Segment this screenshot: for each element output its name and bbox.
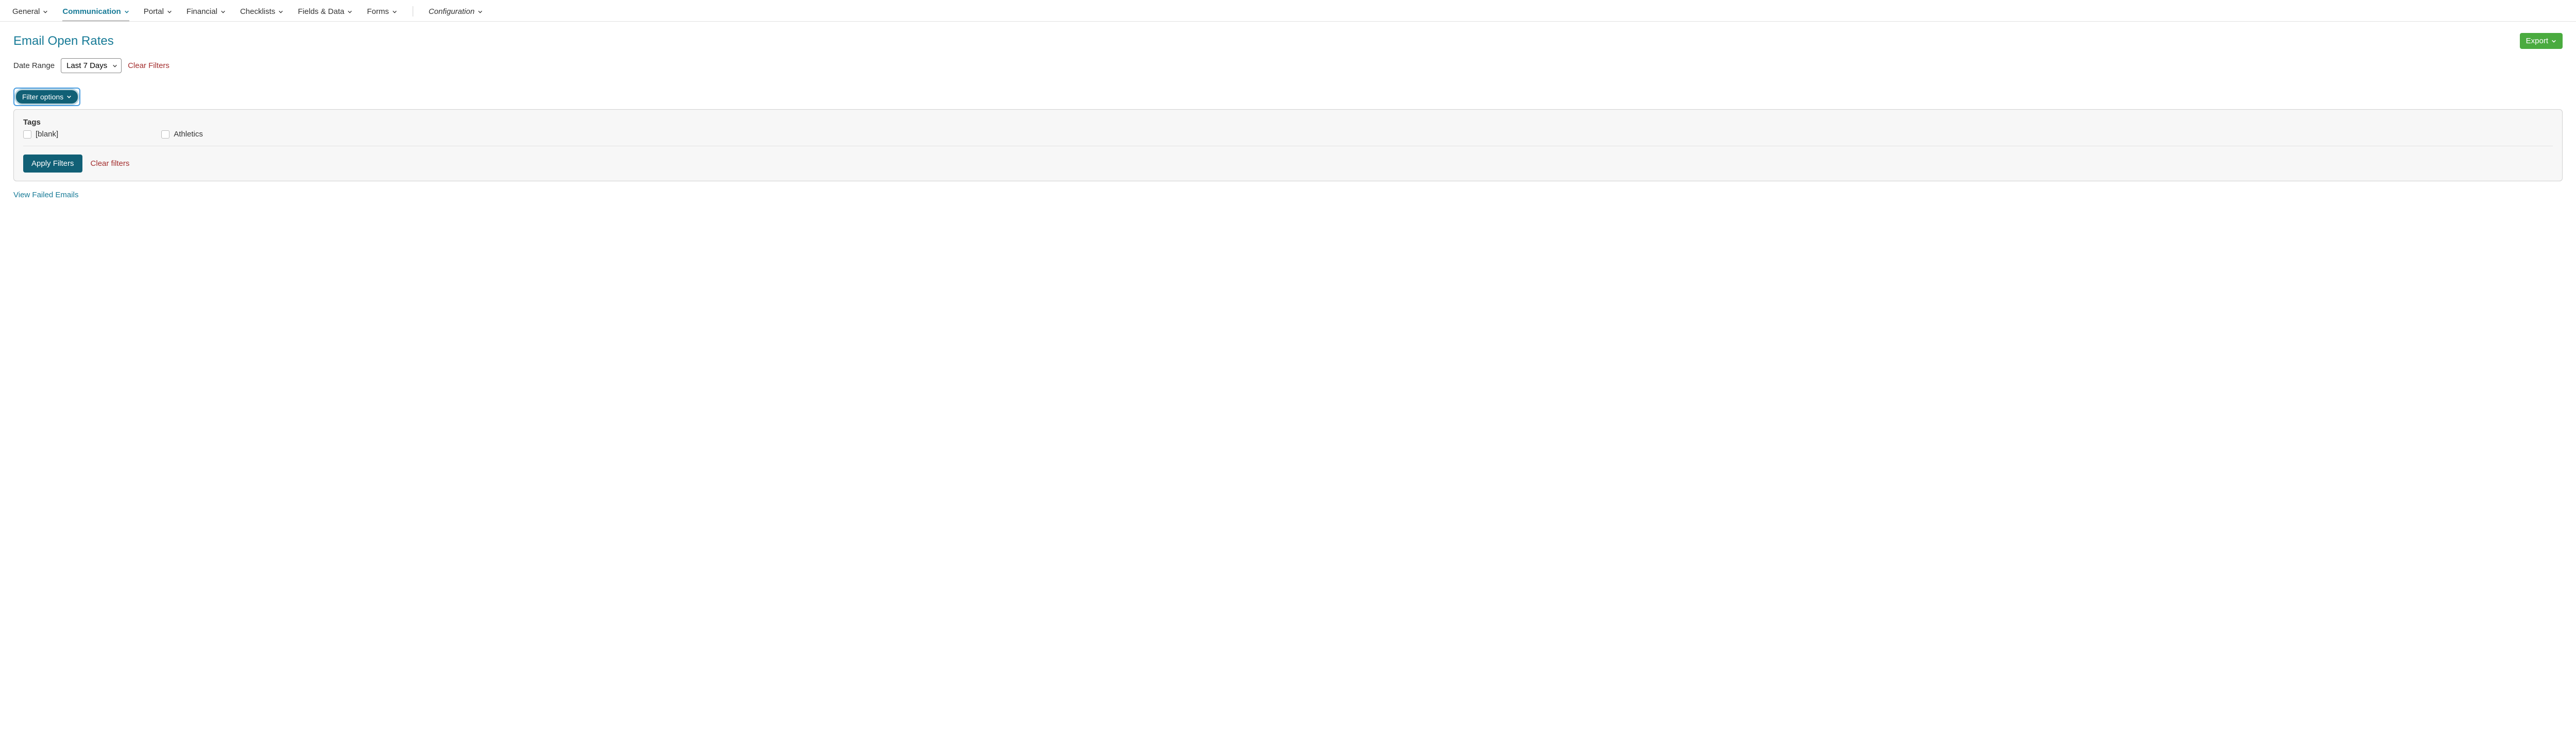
page-title: Email Open Rates: [13, 34, 114, 48]
filter-options-focus-ring: Filter options: [13, 88, 80, 106]
tags-options-row: [blank] Athletics: [23, 130, 2553, 139]
panel-actions: Apply Filters Clear filters: [23, 155, 2553, 173]
nav-label: General: [12, 7, 40, 16]
export-label: Export: [2526, 37, 2548, 45]
nav-label: Checklists: [240, 7, 275, 16]
clear-filters-top-link[interactable]: Clear Filters: [128, 61, 170, 70]
chevron-down-icon: [278, 9, 283, 14]
apply-filters-button[interactable]: Apply Filters: [23, 155, 82, 173]
nav-label: Fields & Data: [298, 7, 344, 16]
tag-option-athletics[interactable]: Athletics: [161, 130, 203, 139]
chevron-down-icon: [221, 9, 226, 14]
nav-item-configuration[interactable]: Configuration: [429, 4, 483, 21]
view-failed-emails-link[interactable]: View Failed Emails: [13, 191, 78, 199]
nav-item-general[interactable]: General: [12, 4, 48, 21]
filter-options-button[interactable]: Filter options: [16, 90, 78, 104]
chevron-down-icon: [66, 94, 72, 99]
page-body: Email Open Rates Export Date Range Last …: [0, 22, 2576, 211]
chevron-down-icon: [347, 9, 352, 14]
nav-label: Configuration: [429, 7, 474, 16]
nav-label: Financial: [187, 7, 217, 16]
nav-item-financial[interactable]: Financial: [187, 4, 226, 21]
date-range-row: Date Range Last 7 Days Clear Filters: [13, 58, 2563, 73]
nav-label: Forms: [367, 7, 389, 16]
nav-item-communication[interactable]: Communication: [62, 4, 129, 21]
nav-item-fields-data[interactable]: Fields & Data: [298, 4, 352, 21]
date-range-label: Date Range: [13, 61, 55, 70]
chevron-down-icon: [167, 9, 172, 14]
top-nav: General Communication Portal Financial C…: [0, 0, 2576, 22]
checkbox-icon: [23, 130, 31, 139]
tags-title: Tags: [23, 118, 2553, 127]
nav-label: Portal: [144, 7, 164, 16]
date-range-select[interactable]: Last 7 Days: [61, 58, 122, 73]
nav-item-checklists[interactable]: Checklists: [240, 4, 283, 21]
chevron-down-icon: [2551, 39, 2556, 44]
chevron-down-icon: [478, 9, 483, 14]
chevron-down-icon: [392, 9, 397, 14]
chevron-down-icon: [124, 9, 129, 14]
date-range-select-wrap: Last 7 Days: [61, 58, 122, 73]
nav-label: Communication: [62, 7, 121, 16]
filter-options-label: Filter options: [22, 93, 63, 101]
checkbox-icon: [161, 130, 170, 139]
filter-panel: Tags [blank] Athletics Apply Filters Cle…: [13, 109, 2563, 181]
clear-filters-panel-link[interactable]: Clear filters: [91, 159, 130, 168]
nav-item-forms[interactable]: Forms: [367, 4, 397, 21]
tag-option-label: [blank]: [36, 130, 58, 139]
tag-option-label: Athletics: [174, 130, 203, 139]
chevron-down-icon: [43, 9, 48, 14]
nav-item-portal[interactable]: Portal: [144, 4, 172, 21]
tag-option-blank[interactable]: [blank]: [23, 130, 58, 139]
page-header: Email Open Rates Export: [13, 33, 2563, 49]
export-button[interactable]: Export: [2520, 33, 2563, 49]
